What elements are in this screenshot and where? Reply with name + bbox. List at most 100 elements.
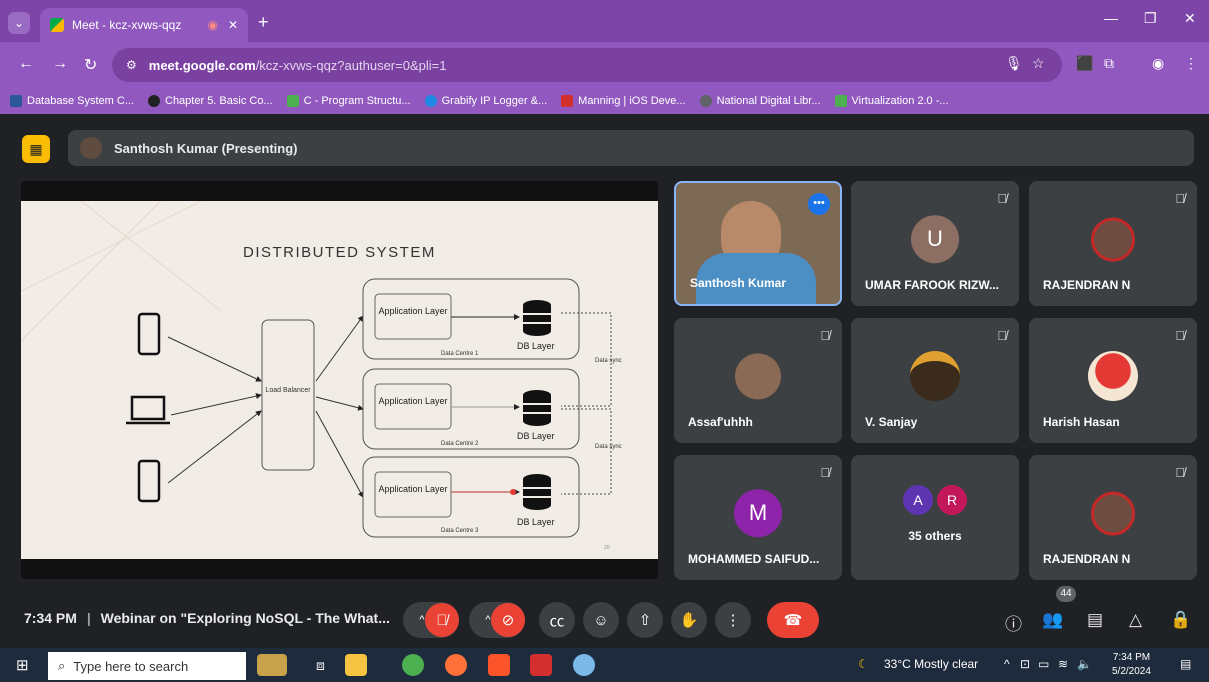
data-centre-label: Data Centre 1: [441, 351, 479, 357]
participant-tile[interactable]: 🎙̸ Harish Hasan: [1029, 318, 1197, 443]
microphone-permission-icon[interactable]: 🎙: [1005, 55, 1023, 72]
participant-tile[interactable]: 🎙̸ V. Sanjay: [851, 318, 1019, 443]
bookmark-item[interactable]: C - Program Structu...: [286, 95, 411, 107]
notifications-icon[interactable]: ▤: [1180, 657, 1191, 671]
address-bar[interactable]: ⚙ meet.google.com /kcz-xvws-qqz?authuser…: [112, 48, 1062, 82]
file-explorer-icon[interactable]: [345, 654, 367, 676]
decor-line: [21, 200, 202, 292]
activities-icon[interactable]: △: [1129, 610, 1142, 630]
bookmark-icon: [834, 95, 847, 107]
participant-tile[interactable]: 🎙̸ Assaf'uhhh: [674, 318, 842, 443]
chevron-up-icon[interactable]: ^: [485, 614, 490, 626]
load-balancer-label: Load Balancer: [265, 387, 311, 394]
chevron-up-icon[interactable]: ^: [419, 614, 424, 626]
profile-avatar[interactable]: ◉: [1152, 55, 1164, 72]
close-tab-icon[interactable]: ✕: [228, 18, 238, 32]
db-layer-label: DB Layer: [517, 517, 555, 527]
participant-tile[interactable]: 🎙̸ RAJENDRAN N: [1029, 455, 1197, 580]
bookmark-item[interactable]: Chapter 5. Basic Co...: [148, 95, 273, 107]
app-layer-label: Application Layer: [378, 306, 448, 316]
camera-off-button[interactable]: ⊘: [491, 603, 525, 637]
participant-tile[interactable]: 🎙̸ RAJENDRAN N: [1029, 181, 1197, 306]
muted-mic-icon: 🎙̸: [820, 328, 830, 343]
chrome-icon[interactable]: [402, 654, 424, 676]
database-icon: [523, 390, 551, 426]
brave-icon[interactable]: [488, 654, 510, 676]
browser-menu-icon[interactable]: ⋮: [1184, 55, 1198, 72]
participant-name: UMAR FAROOK RIZW...: [865, 278, 999, 292]
site-info-icon[interactable]: ⚙: [126, 58, 137, 72]
task-view-icon[interactable]: ⧈: [316, 657, 325, 674]
pdf-extension-icon[interactable]: ⬛: [1076, 55, 1093, 72]
participant-name: RAJENDRAN N: [1043, 552, 1131, 566]
participant-tile[interactable]: 🎙̸ M MOHAMMED SAIFUD...: [674, 455, 842, 580]
taskbar-search[interactable]: ⌕ Type here to search: [48, 652, 246, 680]
tray-app-icon[interactable]: ⊡: [1020, 657, 1030, 671]
bookmark-item[interactable]: National Digital Libr...: [699, 95, 821, 107]
clock-date: 5/2/2024: [1112, 666, 1151, 677]
more-options-icon[interactable]: •••: [808, 193, 830, 215]
minimize-icon[interactable]: —: [1104, 10, 1118, 26]
bookmark-item[interactable]: Manning | iOS Deve...: [561, 95, 686, 107]
clock-time: 7:34 PM: [1112, 652, 1151, 663]
others-count: 35 others: [908, 529, 962, 543]
search-highlight-icon[interactable]: [257, 654, 287, 676]
participant-tile[interactable]: ••• Santhosh Kumar: [674, 181, 842, 306]
captions-button[interactable]: ㏄: [539, 602, 575, 638]
presentation-icon[interactable]: ▦: [22, 135, 50, 163]
emoji-button[interactable]: ☺: [583, 602, 619, 638]
slide-diagram: DISTRIBUTED SYSTEM Load Balancer Applica…: [21, 200, 622, 551]
forward-icon[interactable]: →: [52, 55, 68, 73]
leave-call-button[interactable]: ☎: [767, 602, 819, 638]
mic-off-button[interactable]: 🎙̸: [425, 603, 459, 637]
others-tile[interactable]: A R 35 others: [851, 455, 1019, 580]
bookmark-icon: [424, 95, 437, 107]
volume-icon[interactable]: 🔈: [1077, 657, 1092, 671]
tab-search-button[interactable]: ⌄: [8, 12, 30, 34]
present-button[interactable]: ⇧: [627, 602, 663, 638]
muted-mic-icon: 🎙̸: [820, 465, 830, 480]
bookmark-item[interactable]: Database System C...: [10, 95, 134, 107]
chat-icon[interactable]: ▤: [1087, 610, 1103, 630]
bookmark-icon: [148, 95, 160, 107]
bookmark-label: Virtualization 2.0 -...: [851, 95, 949, 107]
system-clock[interactable]: 7:34 PM 5/2/2024: [1112, 651, 1151, 679]
back-icon[interactable]: ←: [18, 55, 34, 73]
participant-avatar: [910, 350, 960, 401]
info-icon[interactable]: ⓘ: [1005, 610, 1022, 635]
weather-text[interactable]: 33°C Mostly clear: [884, 657, 978, 671]
bookmarks-bar: Database System C... Chapter 5. Basic Co…: [0, 88, 1209, 114]
muted-mic-icon: 🎙̸: [1175, 328, 1185, 343]
browser-tab[interactable]: Meet - kcz-xvws-qqz ◉ ✕: [40, 8, 248, 42]
arrow: [315, 315, 364, 382]
bookmark-item[interactable]: Virtualization 2.0 -...: [834, 95, 949, 107]
bookmark-star-icon[interactable]: ☆: [1032, 55, 1045, 72]
arrow: [315, 396, 364, 411]
presenter-bar[interactable]: Santhosh Kumar (Presenting): [68, 130, 1194, 166]
app-layer-label: Application Layer: [378, 484, 448, 494]
paint-icon[interactable]: [573, 654, 595, 676]
bookmark-item[interactable]: Grabify IP Logger &...: [424, 95, 547, 107]
wifi-icon[interactable]: ≋: [1058, 657, 1068, 671]
window-close-icon[interactable]: ✕: [1184, 10, 1196, 27]
extensions-icon[interactable]: ⧉: [1104, 55, 1114, 72]
acrobat-icon[interactable]: [530, 654, 552, 676]
new-tab-button[interactable]: +: [258, 12, 269, 33]
host-controls-icon[interactable]: 🔒: [1170, 610, 1191, 630]
participant-avatar: A: [903, 485, 933, 515]
more-options-button[interactable]: ⋮: [715, 602, 751, 638]
participant-tile[interactable]: 🎙̸ U UMAR FAROOK RIZW...: [851, 181, 1019, 306]
firefox-icon[interactable]: [445, 654, 467, 676]
laptop-icon: [130, 395, 166, 421]
reload-icon[interactable]: ↻: [84, 55, 97, 75]
tray-expand-icon[interactable]: ^: [1004, 657, 1010, 671]
battery-icon[interactable]: ▭: [1038, 657, 1049, 671]
weather-icon[interactable]: ☾: [858, 657, 869, 671]
participant-avatar: [1088, 350, 1138, 401]
raise-hand-button[interactable]: ✋: [671, 602, 707, 638]
meeting-info: 7:34 PM | Webinar on "Exploring NoSQL - …: [24, 610, 390, 626]
windows-start-icon[interactable]: ⊞: [16, 656, 29, 674]
restore-icon[interactable]: ❐: [1144, 10, 1157, 27]
people-icon[interactable]: 👥: [1042, 610, 1063, 630]
muted-mic-icon: 🎙̸: [1175, 465, 1185, 480]
